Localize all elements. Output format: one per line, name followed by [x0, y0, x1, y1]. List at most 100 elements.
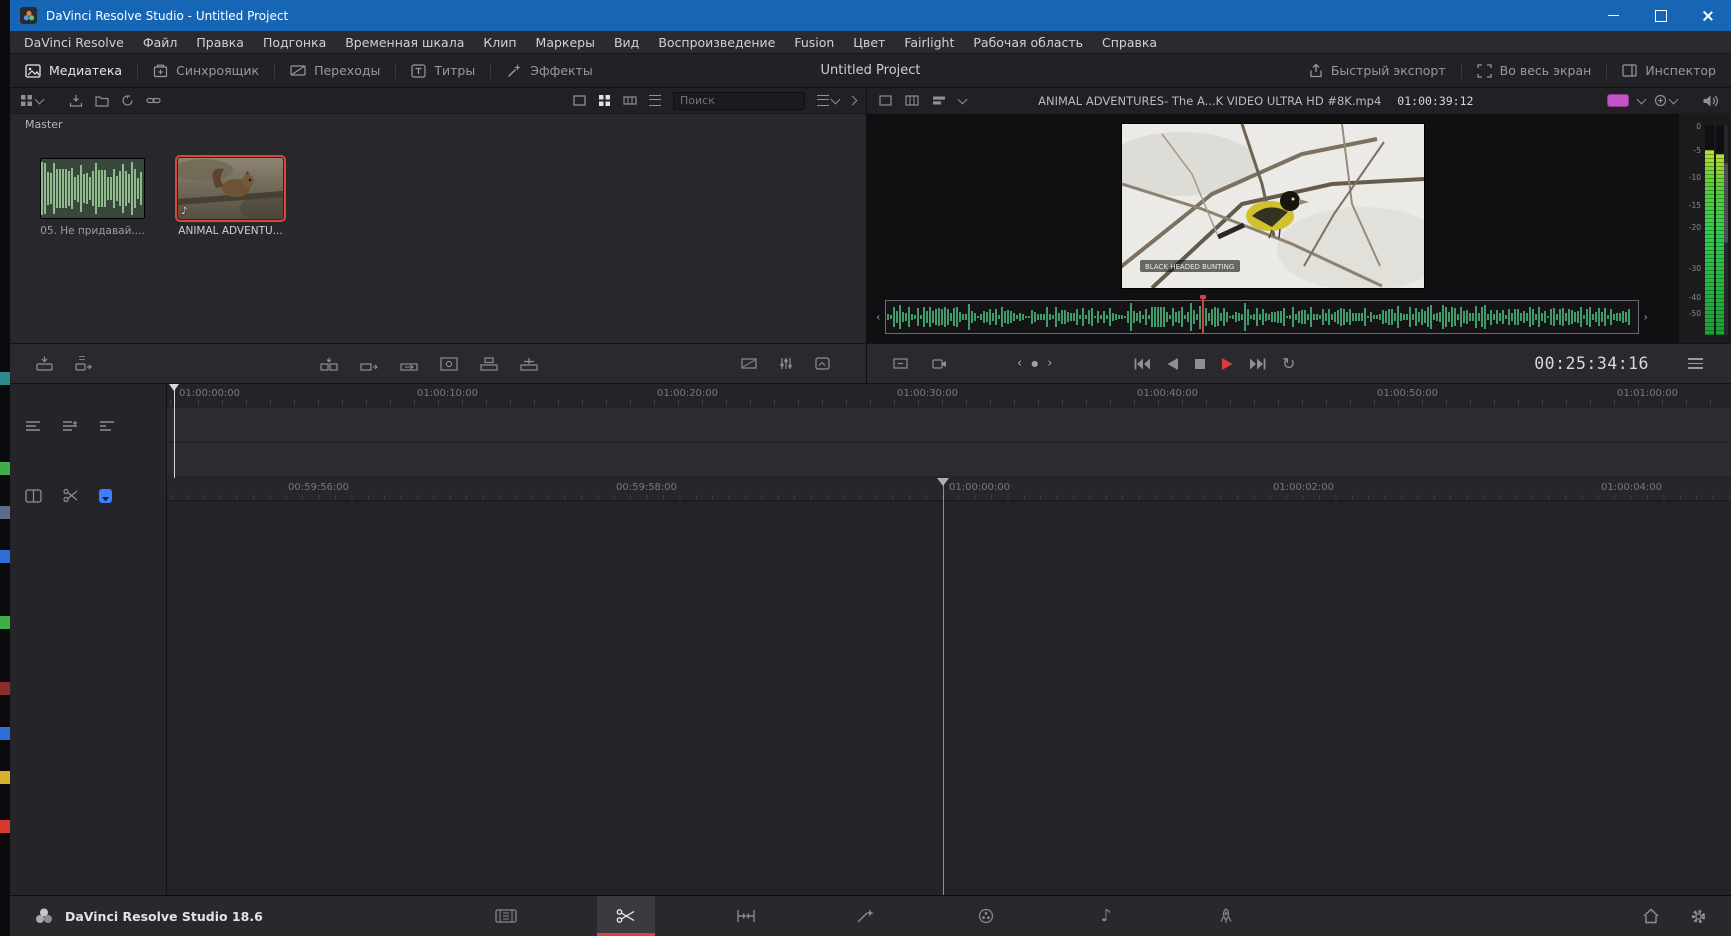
detail-ruler[interactable]: 00:59:56:00 00:59:58:00 01:00:00:00 01:0…	[167, 478, 1731, 501]
transition-tool-button[interactable]	[741, 357, 757, 370]
track-options-button[interactable]	[25, 420, 41, 432]
quick-export-button[interactable]: Быстрый экспорт	[1294, 54, 1461, 87]
trim-in-handle[interactable]: ‹	[876, 311, 880, 324]
play-button[interactable]	[1221, 357, 1234, 371]
trim-out-handle[interactable]: ›	[1644, 311, 1648, 324]
search-input[interactable]	[673, 91, 805, 110]
close-up-button[interactable]	[440, 356, 458, 371]
loop-button[interactable]: ↻	[1282, 354, 1295, 373]
timeline-mode-button[interactable]	[932, 95, 946, 106]
waveform-playhead[interactable]	[1199, 295, 1206, 334]
smart-insert-button[interactable]	[320, 357, 338, 371]
menu-markers[interactable]: Маркеры	[536, 35, 595, 50]
ripple-overwrite-button[interactable]	[400, 357, 418, 371]
inspector-button[interactable]: Инспектор	[1607, 54, 1731, 87]
zoom-options-button[interactable]	[1654, 94, 1679, 107]
minimize-button[interactable]	[1590, 0, 1637, 31]
media-pool-toggle-button[interactable]: Медиатека	[10, 54, 137, 87]
menu-timeline[interactable]: Временная шкала	[345, 35, 464, 50]
fullscreen-button[interactable]: Во весь экран	[1462, 54, 1607, 87]
menu-playback[interactable]: Воспроизведение	[658, 35, 775, 50]
page-deliver[interactable]	[1197, 896, 1255, 936]
import-media-icon	[69, 95, 83, 107]
timeline-playhead[interactable]	[937, 478, 949, 895]
menu-trim[interactable]: Подгонка	[263, 35, 326, 50]
clip-audio-thumbnail[interactable]	[40, 158, 145, 219]
camera-button[interactable]	[932, 358, 947, 370]
list-view-button[interactable]	[649, 95, 661, 106]
menu-help[interactable]: Справка	[1102, 35, 1157, 50]
menu-fairlight[interactable]: Fairlight	[904, 35, 954, 50]
clip-indicator-badge[interactable]	[1607, 94, 1629, 107]
insert-clip-button[interactable]	[36, 356, 53, 371]
meter-scrollbar[interactable]	[1724, 125, 1728, 335]
sync-clips-button[interactable]	[121, 94, 134, 107]
project-manager-button[interactable]	[1642, 908, 1660, 924]
trim-tool-button[interactable]	[25, 488, 42, 503]
page-fairlight[interactable]: ♪	[1077, 896, 1135, 936]
timeline-timecode[interactable]: 00:25:34:16	[1534, 344, 1649, 383]
maximize-button[interactable]	[1637, 0, 1684, 31]
import-media-button[interactable]	[69, 94, 83, 107]
audio-scrub-strip[interactable]: ‹ ›	[876, 295, 1648, 334]
close-button[interactable]	[1684, 0, 1731, 31]
audio-monitor-button[interactable]	[1702, 94, 1719, 108]
place-on-top-button[interactable]	[480, 356, 498, 371]
menu-workspace[interactable]: Рабочая область	[973, 35, 1083, 50]
page-edit[interactable]	[717, 896, 775, 936]
append-button[interactable]	[360, 357, 378, 371]
track-height-button[interactable]	[62, 420, 78, 432]
upper-playhead[interactable]	[169, 384, 179, 478]
menu-clip[interactable]: Клип	[483, 35, 516, 50]
bin-view-dropdown[interactable]	[20, 94, 45, 107]
step-forward-button[interactable]: ›	[1047, 356, 1052, 371]
effects-button[interactable]: Эффекты	[491, 54, 608, 87]
titles-button[interactable]: Титры	[396, 54, 490, 87]
stop-button[interactable]	[1194, 358, 1206, 370]
collapse-panel-button[interactable]	[847, 95, 858, 106]
upper-timeline-area[interactable]: 01:00:00:00 01:00:10:00 01:00:20:00 01:0…	[167, 384, 1731, 478]
page-color[interactable]	[957, 896, 1015, 936]
page-fusion[interactable]	[837, 896, 895, 936]
play-reverse-button[interactable]	[1166, 357, 1179, 371]
menu-color[interactable]: Цвет	[853, 35, 885, 50]
go-to-end-button[interactable]	[1249, 357, 1267, 371]
add-marker-button[interactable]	[99, 488, 112, 503]
relink-button[interactable]	[146, 96, 161, 105]
source-clip-mode-button[interactable]	[879, 95, 892, 106]
viewer-mode-dropdown[interactable]	[957, 94, 968, 104]
menu-davinci-resolve[interactable]: DaVinci Resolve	[24, 35, 124, 50]
step-back-button[interactable]: ‹	[1017, 356, 1022, 371]
menu-fusion[interactable]: Fusion	[794, 35, 834, 50]
append-clip-button[interactable]	[75, 356, 92, 371]
sync-bin-button[interactable]: Синхроящик	[138, 54, 274, 87]
page-cut[interactable]	[597, 896, 655, 936]
viewer-options-menu-button[interactable]	[1688, 344, 1703, 383]
clip-audio[interactable]: 05. Не придавай....	[40, 158, 145, 237]
thumbnail-view-button[interactable]	[573, 95, 586, 106]
lower-timeline-area[interactable]: 00:59:56:00 00:59:58:00 01:00:00:00 01:0…	[167, 478, 1731, 895]
menu-view[interactable]: Вид	[614, 35, 639, 50]
split-clip-button[interactable]	[63, 488, 78, 503]
menu-edit[interactable]: Правка	[196, 35, 244, 50]
page-media[interactable]	[477, 896, 535, 936]
viewer-clip-timecode[interactable]: 01:00:39:12	[1397, 94, 1473, 108]
project-settings-button[interactable]	[1690, 908, 1707, 925]
grid-view-button[interactable]	[598, 94, 611, 107]
tools-panel-button[interactable]	[815, 357, 830, 370]
menu-file[interactable]: Файл	[143, 35, 178, 50]
source-overwrite-button[interactable]	[520, 357, 538, 371]
source-tape-mode-button[interactable]	[905, 95, 919, 106]
mixer-tool-button[interactable]	[779, 357, 793, 370]
transitions-button[interactable]: Переходы	[275, 54, 395, 87]
filmstrip-view-button[interactable]	[623, 96, 637, 105]
match-frame-button[interactable]	[893, 357, 908, 370]
badge-dropdown[interactable]	[1636, 94, 1647, 104]
clip-video-selected[interactable]: ♪ ANIMAL ADVENTU...	[175, 155, 286, 237]
sort-button[interactable]	[817, 94, 841, 106]
bin-breadcrumb[interactable]: Master	[10, 114, 866, 134]
import-folder-button[interactable]	[95, 95, 109, 107]
go-to-start-button[interactable]	[1133, 357, 1151, 371]
clip-video-thumbnail[interactable]: ♪	[175, 155, 286, 222]
timeline-zoom-button[interactable]	[99, 420, 115, 432]
